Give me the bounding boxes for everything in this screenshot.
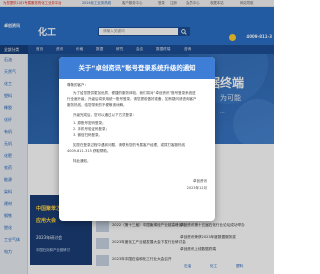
modal-date: 2023年12月	[186, 186, 207, 190]
modal-greeting: 尊敬的客户：	[67, 83, 88, 87]
modal-paragraph: 3. 微信扫码登录。	[73, 133, 102, 137]
modal-paragraph: 服务热线，给您带来的不便敬请谅解。	[67, 103, 127, 107]
modal-paragraph: 升级完成后，您可以通过以下方式登录：	[73, 113, 136, 117]
modal-signature: 卓创资讯	[193, 179, 207, 183]
modal-paragraph: 4009-811-315 获取帮助。	[67, 149, 111, 153]
modal-paragraph: 2. 手机号验证码登录；	[73, 127, 109, 131]
notice-modal: 关于“卓创资讯”账号登录系统升级的通知 尊敬的客户： 为了给您提供更加优质、便捷…	[59, 57, 215, 221]
modal-title: 关于“卓创资讯”账号登录系统升级的通知	[78, 64, 196, 72]
modal-paragraph: 为了给您提供更加优质、便捷的服务体验，我们将对“卓创资讯”账号登录系统进	[73, 91, 196, 95]
modal-paragraph: 行全面升级，升级后将采用统一账号登录，请您提前做好准备，如有疑问请咨询客户	[67, 97, 197, 101]
modal-body: 尊敬的客户： 为了给您提供更加优质、便捷的服务体验，我们将对“卓创资讯”账号登录…	[67, 83, 207, 213]
modal-header: 关于“卓创资讯”账号登录系统升级的通知	[59, 57, 215, 79]
modal-paragraph: 1. 原账号密码登录；	[73, 121, 106, 125]
modal-paragraph: 特此通知。	[73, 159, 91, 163]
modal-paragraph: 如您在登录过程中遇到问题，请联系您的专属客户经理，或拨打客服热线	[73, 143, 185, 147]
